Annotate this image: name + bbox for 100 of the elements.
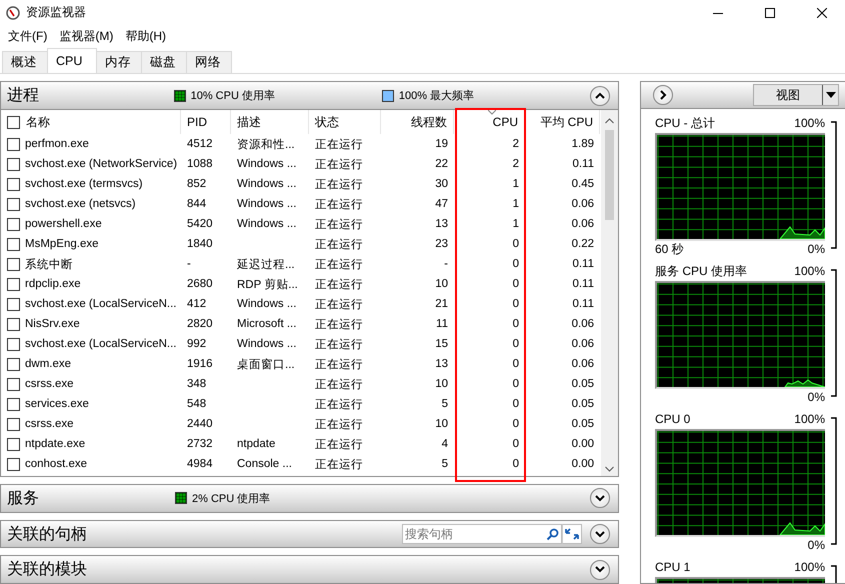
table-cell-text: ntpdate.exe	[25, 438, 86, 450]
table-cell-text: 0.22	[570, 238, 595, 250]
table-cell-text: 0	[512, 398, 520, 410]
checkbox[interactable]	[7, 358, 20, 370]
tab[interactable]: 内存	[96, 51, 142, 73]
scrollbar-thumb[interactable]	[605, 130, 614, 220]
table-cell-text: 22	[434, 158, 449, 170]
scroll-down-icon[interactable]	[605, 466, 614, 472]
menu-item[interactable]: 帮助(H)	[119, 28, 172, 45]
checkbox[interactable]	[7, 278, 20, 290]
table-cell-text: 0	[512, 458, 520, 470]
table-cell-text: 1840	[186, 238, 214, 250]
table-cell-text: 548	[186, 398, 208, 410]
checkbox[interactable]	[7, 258, 20, 270]
table-cell-text: 21	[434, 298, 449, 310]
checkbox[interactable]	[7, 458, 20, 470]
column-header[interactable]: PID	[181, 110, 231, 134]
table-cell-text: 正在运行	[314, 198, 364, 212]
table-cell-text: 1	[512, 178, 520, 190]
expand-panel-button[interactable]	[653, 85, 673, 105]
graph-min-label: 0%	[808, 242, 825, 256]
table-cell-text: 1	[512, 198, 520, 210]
checkbox[interactable]	[7, 158, 20, 170]
tab[interactable]: 概述	[2, 51, 48, 73]
checkbox[interactable]	[7, 318, 20, 330]
table-cell-text: Windows ...	[236, 198, 298, 210]
table-cell-text: 19	[434, 138, 449, 150]
table-cell-text: csrss.exe	[25, 418, 75, 430]
table-cell-text: 13	[434, 218, 449, 230]
chevron-right-icon	[660, 90, 666, 100]
table-cell-text: 0.11	[571, 158, 595, 170]
table-cell-text: 正在运行	[314, 158, 364, 172]
column-header[interactable]: 状态	[309, 110, 381, 134]
table-cell-text: 992	[186, 338, 208, 350]
table-cell-text: Microsoft ...	[236, 318, 298, 330]
table-cell-text: 0.05	[570, 378, 595, 390]
table-cell-text: 0.06	[570, 218, 595, 230]
table-cell-text: NisSrv.exe	[25, 318, 81, 330]
table-cell-text: 系统中断	[25, 257, 74, 272]
graph-title: CPU 0	[655, 412, 690, 426]
scroll-up-icon[interactable]	[605, 118, 614, 124]
table-cell-text: 桌面窗口...	[236, 357, 296, 372]
checkbox[interactable]	[7, 116, 20, 128]
menu-item[interactable]: 监视器(M)	[53, 28, 120, 45]
checkbox[interactable]	[7, 138, 20, 150]
table-cell-text: 412	[186, 298, 208, 310]
expand-button[interactable]	[590, 560, 610, 580]
expand-button[interactable]	[590, 524, 610, 544]
refresh-button[interactable]	[562, 524, 582, 544]
table-cell-text: 23	[434, 238, 449, 250]
table-cell-text: MsMpEng.exe	[25, 238, 100, 250]
table-cell-text: 正在运行	[314, 338, 364, 352]
section-title: 服务	[7, 488, 40, 509]
view-button[interactable]: 视图	[753, 84, 839, 106]
table-cell-text: 0	[512, 418, 520, 430]
table-cell-text: 正在运行	[314, 238, 364, 252]
table-cell-text: 正在运行	[314, 278, 364, 292]
table-cell-text: 5	[440, 458, 449, 470]
checkbox[interactable]	[7, 378, 20, 390]
checkbox[interactable]	[7, 218, 20, 230]
table-cell-text: 1.89	[570, 138, 595, 150]
checkbox[interactable]	[7, 438, 20, 450]
table-cell-text: 正在运行	[314, 178, 364, 192]
table-cell-text: 正在运行	[314, 138, 364, 152]
table-cell-text: 0.06	[570, 318, 595, 330]
table-cell-text: 348	[186, 378, 208, 390]
checkbox[interactable]	[7, 398, 20, 410]
table-cell-text: -	[443, 258, 449, 270]
table-cell-text: Windows ...	[236, 158, 298, 170]
checkbox[interactable]	[7, 238, 20, 250]
checkbox[interactable]	[7, 298, 20, 310]
checkbox[interactable]	[7, 198, 20, 210]
chevron-down-icon	[595, 494, 605, 502]
stat-label: 10% CPU 使用率	[190, 88, 275, 103]
checkbox[interactable]	[7, 178, 20, 190]
column-header[interactable]: CPU	[454, 110, 525, 134]
table-cell-text: 2	[512, 158, 520, 170]
checkbox[interactable]	[7, 338, 20, 350]
tab[interactable]: 磁盘	[141, 51, 187, 73]
menu-item[interactable]: 文件(F)	[2, 28, 54, 45]
table-cell-text: svchost.exe (termsvcs)	[25, 178, 144, 190]
table-cell-text: 0.11	[571, 258, 595, 270]
table-cell-text: 852	[186, 178, 208, 190]
expand-button[interactable]	[590, 488, 610, 508]
section-title: 关联的句柄	[7, 524, 88, 544]
column-header[interactable]: 描述	[231, 110, 309, 134]
collapse-button[interactable]	[590, 86, 610, 106]
checkbox[interactable]	[7, 418, 20, 430]
table-cell-text: 1	[512, 218, 520, 230]
table-cell-text: 0	[512, 238, 520, 250]
table-cell-text: 正在运行	[314, 378, 364, 392]
column-header[interactable]: 名称	[1, 110, 181, 134]
tab[interactable]: 网络	[186, 51, 232, 73]
table-cell-text: 0.45	[570, 178, 595, 190]
table-cell-text: 0.06	[570, 198, 595, 210]
column-header[interactable]: 线程数	[381, 110, 454, 134]
table-cell-text: RDP 剪贴...	[236, 277, 299, 292]
table-cell-text: 0.06	[570, 338, 595, 350]
column-header[interactable]: 平均 CPU	[525, 110, 600, 134]
table-cell-text: services.exe	[25, 398, 90, 410]
